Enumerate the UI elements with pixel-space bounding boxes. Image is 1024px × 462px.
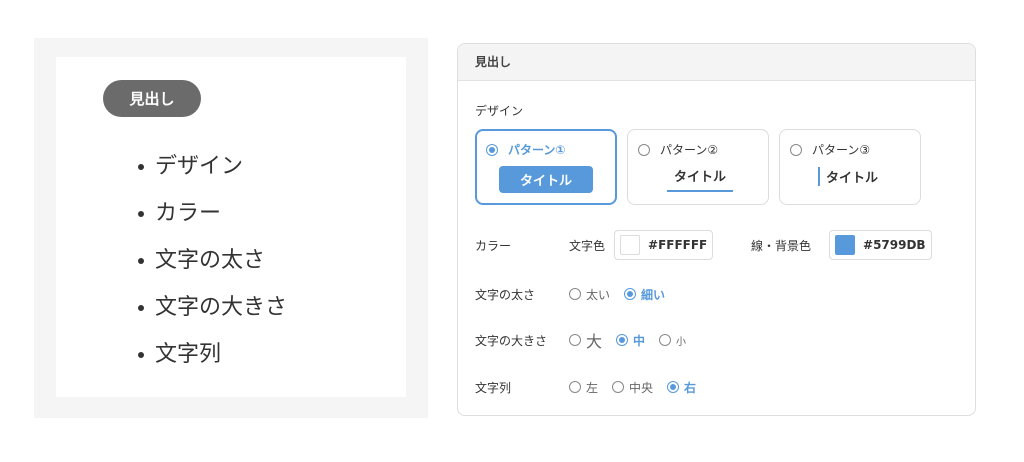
- weight-row: 文字の太さ 太い 細い: [475, 283, 679, 305]
- color-row: カラー: [475, 234, 569, 256]
- pattern-3-sample-text: タイトル: [826, 171, 879, 186]
- align-option-right-label: 右: [684, 380, 697, 395]
- line-bg-color-label: 線・背景色: [751, 238, 812, 253]
- weight-label: 文字の太さ: [475, 287, 536, 302]
- line-bg-color-picker[interactable]: #5799DB: [829, 230, 932, 260]
- radio-icon[interactable]: [569, 381, 581, 393]
- list-item-label: 文字列: [155, 341, 222, 367]
- size-option-medium-label: 中: [633, 333, 646, 348]
- list-item: カラー: [138, 190, 287, 237]
- size-option-small-label: 小: [676, 336, 687, 348]
- pattern-2-sample: タイトル: [667, 166, 733, 192]
- align-option-left[interactable]: 左: [569, 379, 598, 396]
- panel-header: 見出し: [458, 44, 975, 81]
- radio-icon[interactable]: [612, 381, 625, 393]
- bullet-icon: [138, 210, 144, 217]
- align-option-center-label: 中央: [629, 380, 654, 395]
- bullet-icon: [138, 163, 144, 170]
- pattern-1-option[interactable]: パターン①: [486, 141, 566, 158]
- line-bg-color-value: #5799DB: [863, 238, 926, 252]
- design-label: デザイン: [475, 104, 524, 118]
- weight-option-thin-label: 細い: [641, 287, 666, 302]
- radio-icon[interactable]: [790, 143, 802, 156]
- radio-icon[interactable]: [659, 334, 672, 346]
- pattern-card-3[interactable]: パターン③ タイトル: [779, 129, 921, 205]
- radio-selected-icon[interactable]: [486, 143, 498, 156]
- pattern-card-2[interactable]: パターン② タイトル: [627, 129, 769, 205]
- list-item-label: カラー: [155, 200, 222, 226]
- weight-option-bold[interactable]: 太い: [569, 286, 610, 303]
- list-item: 文字列: [138, 331, 287, 378]
- pattern-2-label: パターン②: [660, 143, 719, 157]
- radio-selected-icon[interactable]: [624, 288, 637, 300]
- list-item: 文字の大きさ: [138, 284, 287, 331]
- align-option-center[interactable]: 中央: [612, 379, 653, 396]
- pattern-2-option[interactable]: パターン②: [638, 141, 718, 158]
- text-color-value: #FFFFFF: [648, 238, 708, 252]
- text-color-picker[interactable]: #FFFFFF: [614, 230, 714, 260]
- size-row: 文字の大きさ 大 中 小: [475, 329, 700, 351]
- pattern-card-1[interactable]: パターン① タイトル: [475, 129, 617, 205]
- bullet-icon: [138, 351, 144, 358]
- size-label: 文字の大きさ: [475, 333, 548, 348]
- text-color-swatch[interactable]: [620, 235, 641, 255]
- line-bg-color-swatch[interactable]: [835, 235, 856, 255]
- color-label: カラー: [475, 238, 512, 253]
- pattern-1-sample: タイトル: [499, 166, 593, 193]
- heading-pill: 見出し: [103, 80, 201, 117]
- pattern-3-sample: タイトル: [818, 167, 878, 186]
- list-item: デザイン: [138, 143, 287, 190]
- weight-option-thin[interactable]: 細い: [624, 286, 665, 303]
- radio-icon[interactable]: [638, 143, 650, 156]
- list-item-label: 文字の太さ: [155, 247, 266, 273]
- heading-settings-panel: 見出し デザイン パターン① タイトル パターン② タイトル パターン③ タイト…: [457, 43, 976, 416]
- list-item-label: デザイン: [155, 153, 244, 179]
- radio-icon[interactable]: [569, 334, 581, 346]
- align-row: 文字列 左 中央 右: [475, 376, 710, 398]
- radio-selected-icon[interactable]: [667, 381, 680, 393]
- pattern-3-label: パターン③: [812, 143, 871, 157]
- left-bar-icon: [818, 167, 820, 186]
- preview-panel: 見出し デザイン カラー 文字の太さ 文字の大きさ 文字列: [34, 38, 428, 418]
- feature-list: デザイン カラー 文字の太さ 文字の大きさ 文字列: [138, 143, 287, 378]
- text-color-label: 文字色: [569, 238, 606, 253]
- pattern-3-option[interactable]: パターン③: [790, 141, 870, 158]
- bullet-icon: [138, 257, 144, 264]
- align-option-right[interactable]: 右: [667, 379, 696, 396]
- line-bg-color-group: 線・背景色 #5799DB: [751, 230, 932, 260]
- radio-icon[interactable]: [569, 288, 581, 300]
- pattern-1-label: パターン①: [508, 143, 566, 157]
- weight-option-bold-label: 太い: [586, 287, 611, 302]
- size-option-medium[interactable]: 中: [616, 332, 645, 349]
- size-option-large[interactable]: 大: [569, 328, 602, 352]
- preview-card: 見出し デザイン カラー 文字の太さ 文字の大きさ 文字列: [56, 57, 406, 397]
- radio-selected-icon[interactable]: [616, 334, 629, 346]
- list-item-label: 文字の大きさ: [155, 294, 288, 320]
- text-color-group: 文字色 #FFFFFF: [569, 230, 714, 260]
- size-option-large-label: 大: [586, 332, 603, 351]
- align-label: 文字列: [475, 380, 512, 395]
- size-option-small[interactable]: 小: [659, 333, 686, 348]
- bullet-icon: [138, 304, 144, 311]
- align-option-left-label: 左: [586, 380, 599, 395]
- list-item: 文字の太さ: [138, 237, 287, 284]
